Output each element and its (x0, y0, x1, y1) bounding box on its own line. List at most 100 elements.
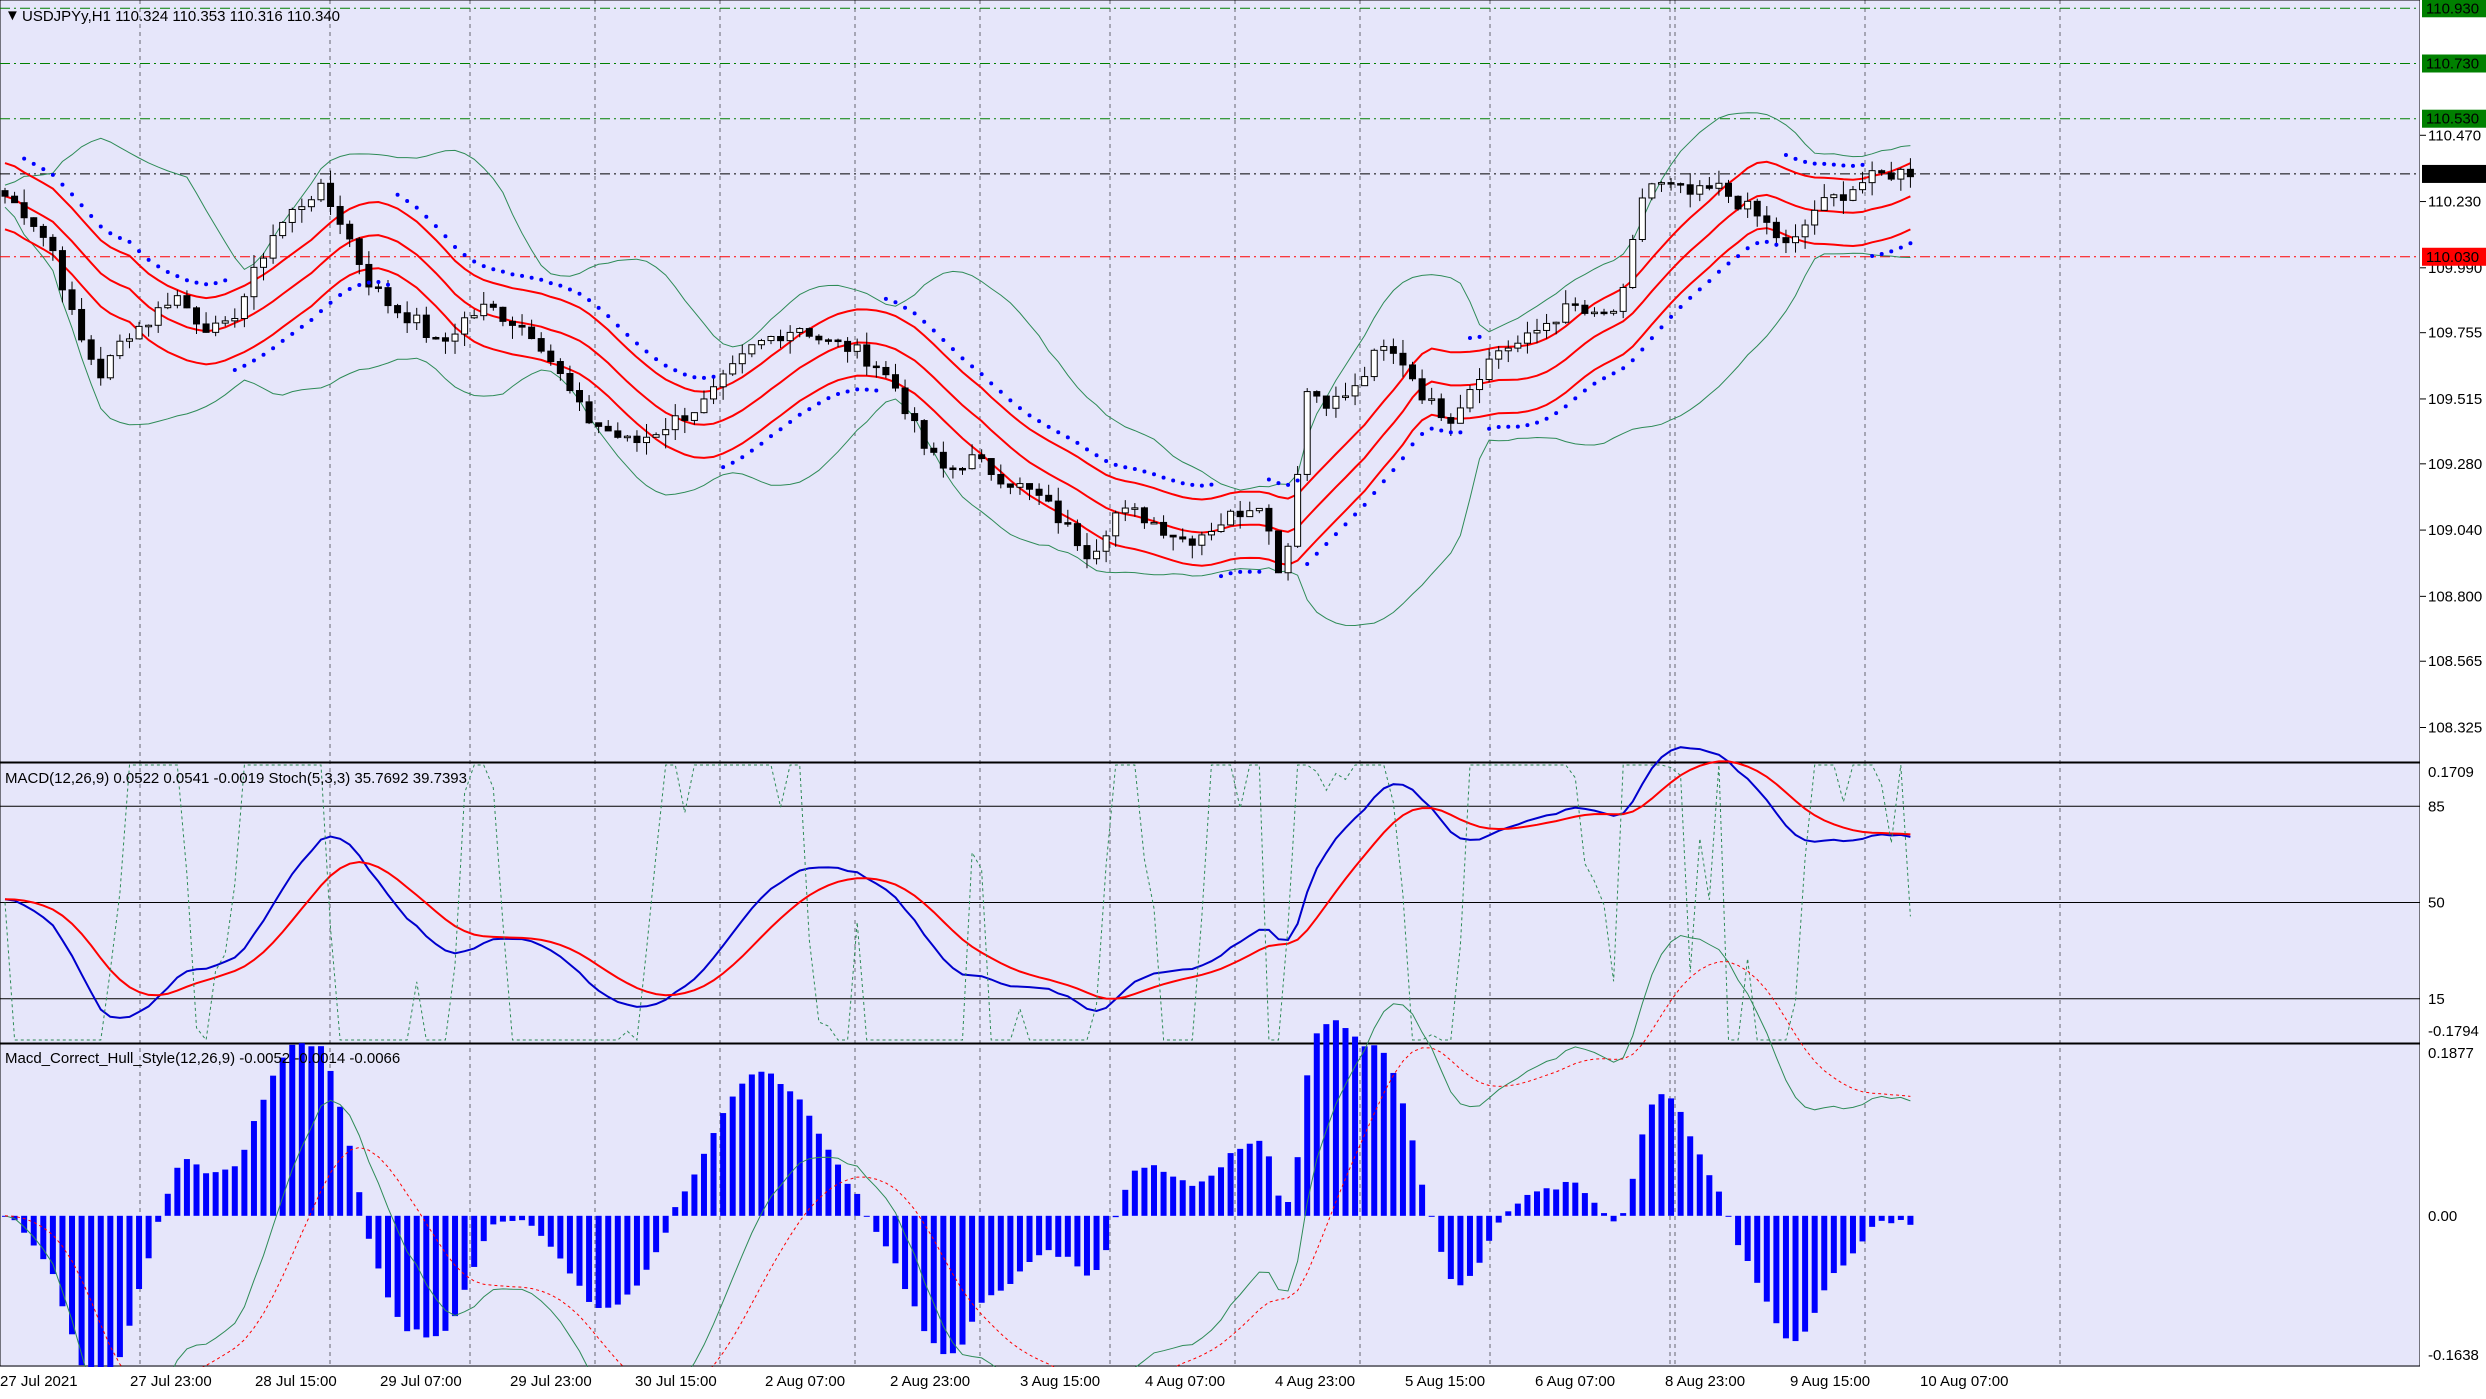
sar-dot (615, 323, 620, 328)
candle-body (1227, 510, 1235, 526)
hull-bar (107, 1215, 114, 1389)
candle-body (1303, 391, 1311, 475)
candle-body (1131, 507, 1139, 510)
candle-body (700, 398, 708, 414)
sar-dot (328, 300, 333, 305)
candle-body (1705, 185, 1713, 189)
price-tick-label: 110.470 (2428, 127, 2481, 144)
sar-dot (1707, 279, 1712, 284)
candle-body (1571, 303, 1579, 306)
sar-dot (79, 203, 84, 208)
candle-body (643, 436, 651, 444)
hull-bar (88, 1215, 95, 1389)
candle-body (1887, 172, 1895, 180)
hull-bar (499, 1215, 506, 1222)
candle-body (891, 374, 899, 389)
sar-dot (1544, 416, 1549, 421)
hull-bar (413, 1215, 420, 1330)
hull-bar (720, 1113, 727, 1216)
candle-body (911, 413, 919, 422)
hull-bar (1811, 1215, 1818, 1313)
sar-dot (1602, 376, 1607, 381)
sar-dot (558, 283, 563, 288)
sar-dot (749, 448, 754, 453)
sar-dot (950, 347, 955, 352)
candle-body (1351, 385, 1359, 397)
candle-body (374, 286, 382, 289)
hull-bar (1495, 1215, 1502, 1223)
sar-dot (740, 455, 745, 460)
candle-body (1744, 200, 1752, 210)
main-price-panel[interactable] (0, 0, 2421, 763)
sar-dot (1649, 336, 1654, 341)
sar-dot (855, 387, 860, 392)
hull-bar (183, 1159, 190, 1216)
level-tag-label: 110.930 (2426, 0, 2479, 17)
candle-body (1399, 352, 1407, 366)
sar-dot (1563, 404, 1568, 409)
hull-bar (1859, 1215, 1866, 1242)
sar-dot (922, 319, 927, 324)
candle-body (1638, 197, 1646, 241)
candle-body (1284, 545, 1292, 574)
sar-dot (979, 372, 984, 377)
hull-bar (1878, 1215, 1885, 1221)
hull-bar (1438, 1215, 1445, 1252)
candle-body (1868, 170, 1876, 184)
sar-dot (1487, 426, 1492, 431)
sar-dot (280, 338, 285, 343)
time-tick-label: 28 Jul 15:00 (255, 1373, 337, 1390)
candle-body (1332, 395, 1340, 409)
menu-triangle-icon[interactable]: ▼ (5, 7, 20, 24)
sar-dot (606, 314, 611, 319)
hull-bar (921, 1215, 928, 1332)
hull-bar (78, 1215, 85, 1366)
candle-body (441, 337, 449, 342)
stoch-level-label: 15 (2428, 991, 2445, 1008)
hull-bar (289, 1044, 296, 1216)
candle-body (1322, 395, 1330, 409)
sar-dot (108, 231, 113, 236)
candle-body (834, 339, 842, 343)
candle-body (968, 454, 976, 470)
hull-bar (930, 1215, 937, 1344)
candle-body (78, 308, 86, 341)
hull-bar (1840, 1215, 1847, 1266)
price-tick-label: 110.230 (2428, 194, 2481, 211)
candle-body (556, 361, 564, 375)
hull-bar (1419, 1184, 1426, 1216)
candle-body (1083, 545, 1091, 560)
hull-bar (317, 1046, 324, 1216)
sar-dot (165, 269, 170, 274)
sar-dot (874, 388, 879, 393)
candle-body (470, 315, 478, 319)
candle-body (1715, 182, 1723, 189)
candle-body (1581, 304, 1589, 314)
chart-canvas[interactable]: 110.470110.230109.990109.755109.515109.2… (0, 0, 2486, 1399)
candle-body (68, 289, 76, 310)
hull-bar (1888, 1215, 1895, 1224)
hull-bar (490, 1215, 497, 1225)
sar-dot (491, 267, 496, 272)
sar-dot (89, 214, 94, 219)
candle-body (1906, 168, 1914, 178)
sar-dot (1017, 406, 1022, 411)
hull-bar (1332, 1020, 1339, 1216)
hull-bar (193, 1164, 200, 1216)
hull-bar (1409, 1140, 1416, 1216)
hull-bar (1342, 1028, 1349, 1216)
hull-bar (1064, 1215, 1071, 1257)
sar-dot (1870, 254, 1875, 259)
sar-dot (663, 363, 668, 368)
sar-dot (1803, 159, 1808, 164)
sar-dot (539, 277, 544, 282)
hull-bar (1189, 1185, 1196, 1216)
candle-body (1830, 194, 1838, 199)
candle-body (30, 217, 38, 227)
sar-dot (1467, 336, 1472, 341)
sar-dot (146, 257, 151, 262)
candle-body (1753, 200, 1761, 217)
candle-body (1437, 398, 1445, 419)
hull-bar (174, 1167, 181, 1216)
candle-body (327, 182, 335, 207)
